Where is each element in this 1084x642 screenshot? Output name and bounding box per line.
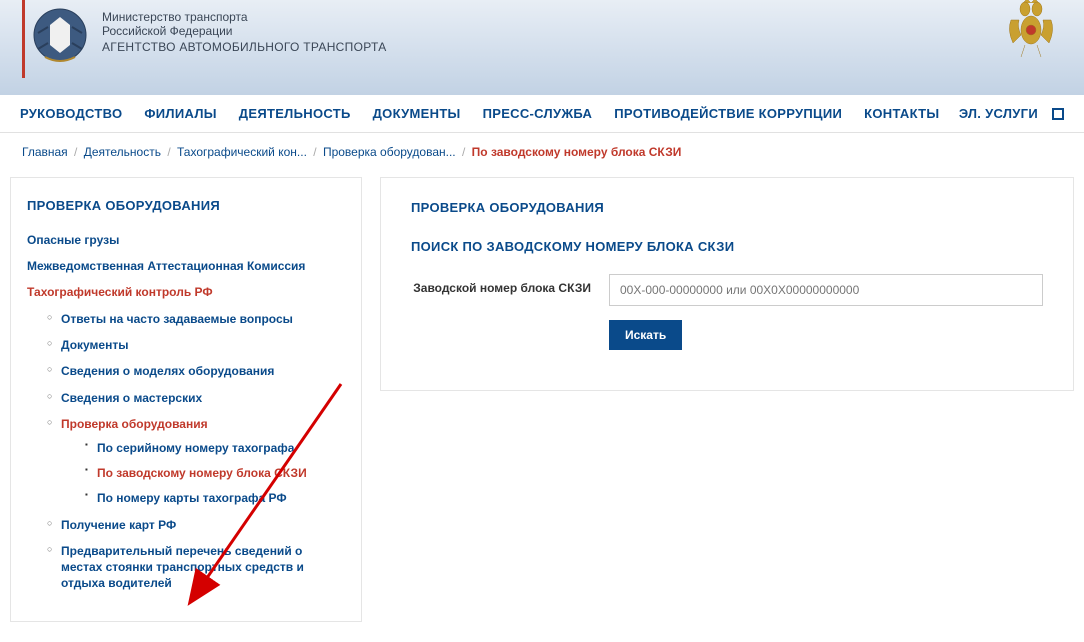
- header-text: Министерство транспорта Российской Федер…: [102, 5, 387, 54]
- header-line1: Министерство транспорта: [102, 10, 387, 24]
- sidebar-sub-models[interactable]: Сведения о моделях оборудования: [47, 363, 345, 379]
- nav-item-activity[interactable]: ДЕЯТЕЛЬНОСТЬ: [239, 106, 351, 121]
- sidebar-sub-check[interactable]: Проверка оборудования По серийному номер…: [47, 416, 345, 507]
- sidebar-subsub-serial[interactable]: По серийному номеру тахографа: [85, 440, 345, 456]
- nav-item-documents[interactable]: ДОКУМЕНТЫ: [373, 106, 461, 121]
- emblem-icon: [30, 5, 90, 75]
- sidebar-item-tacho[interactable]: Тахографический контроль РФ: [27, 285, 345, 299]
- field-label: Заводской номер блока СКЗИ: [411, 274, 591, 295]
- header-line2: Российской Федерации: [102, 24, 387, 38]
- sidebar-item-commission[interactable]: Межведомственная Аттестационная Комиссия: [27, 259, 345, 273]
- sidebar-subsub-factory[interactable]: По заводскому номеру блока СКЗИ: [85, 465, 345, 481]
- factory-number-input[interactable]: [609, 274, 1043, 306]
- nav-item-leadership[interactable]: РУКОВОДСТВО: [20, 106, 122, 121]
- content-title: ПРОВЕРКА ОБОРУДОВАНИЯ: [411, 200, 1043, 215]
- sidebar-sub-workshops[interactable]: Сведения о мастерских: [47, 390, 345, 406]
- sidebar-item-dangerous[interactable]: Опасные грузы: [27, 233, 345, 247]
- sidebar: ПРОВЕРКА ОБОРУДОВАНИЯ Опасные грузы Межв…: [10, 177, 362, 622]
- sidebar-subsub-card[interactable]: По номеру карты тахографа РФ: [85, 490, 345, 506]
- menu-icon[interactable]: [1052, 108, 1064, 120]
- breadcrumb: Главная / Деятельность / Тахографический…: [0, 133, 1084, 177]
- header-line3: АГЕНТСТВО АВТОМОБИЛЬНОГО ТРАНСПОРТА: [102, 40, 387, 54]
- content-subtitle: ПОИСК ПО ЗАВОДСКОМУ НОМЕРУ БЛОКА СКЗИ: [411, 239, 1043, 254]
- nav-item-eservices[interactable]: ЭЛ. УСЛУГИ: [959, 106, 1038, 121]
- sidebar-sub-docs[interactable]: Документы: [47, 337, 345, 353]
- header: Министерство транспорта Российской Федер…: [0, 0, 1084, 95]
- nav-item-contacts[interactable]: КОНТАКТЫ: [864, 106, 939, 121]
- sidebar-sub-cards[interactable]: Получение карт РФ: [47, 517, 345, 533]
- main-nav: РУКОВОДСТВО ФИЛИАЛЫ ДЕЯТЕЛЬНОСТЬ ДОКУМЕН…: [0, 95, 1084, 133]
- search-button[interactable]: Искать: [609, 320, 682, 350]
- crumb-active: По заводскому номеру блока СКЗИ: [472, 145, 682, 159]
- sidebar-sub-faq[interactable]: Ответы на часто задаваемые вопросы: [47, 311, 345, 327]
- sidebar-title: ПРОВЕРКА ОБОРУДОВАНИЯ: [27, 198, 345, 213]
- crumb-home[interactable]: Главная: [22, 145, 68, 159]
- decorative-red-bar: [22, 0, 25, 78]
- crumb-check[interactable]: Проверка оборудован...: [323, 145, 456, 159]
- content-panel: ПРОВЕРКА ОБОРУДОВАНИЯ ПОИСК ПО ЗАВОДСКОМ…: [380, 177, 1074, 391]
- sidebar-sub-parking[interactable]: Предварительный перечень сведений о мест…: [47, 543, 345, 592]
- nav-item-press[interactable]: ПРЕСС-СЛУЖБА: [483, 106, 593, 121]
- crumb-activity[interactable]: Деятельность: [84, 145, 161, 159]
- crumb-tacho[interactable]: Тахографический кон...: [177, 145, 307, 159]
- nav-item-branches[interactable]: ФИЛИАЛЫ: [144, 106, 216, 121]
- eagle-emblem-icon: [999, 0, 1064, 70]
- nav-item-anticorruption[interactable]: ПРОТИВОДЕЙСТВИЕ КОРРУПЦИИ: [614, 106, 842, 121]
- sidebar-sub-check-label: Проверка оборудования: [61, 417, 208, 431]
